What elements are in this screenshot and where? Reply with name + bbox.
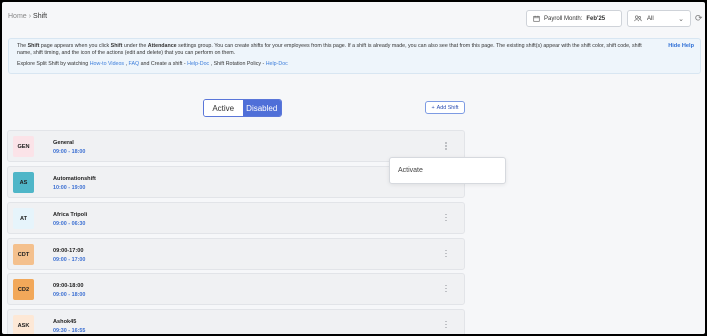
shift-time: 09:00 - 18:00 (53, 149, 86, 155)
breadcrumb-separator: › (28, 13, 32, 20)
breadcrumb-home[interactable]: Home (8, 13, 27, 20)
shift-name: 09:00-18:00 (53, 283, 84, 289)
app-frame: Home › Shift Payroll Month: Feb'25 All ⌄… (2, 2, 705, 334)
chevron-down-icon: ⌄ (678, 15, 684, 23)
shift-code-badge: CD2 (13, 279, 34, 300)
breadcrumb: Home › Shift (8, 13, 47, 20)
shift-time: 10:00 - 19:00 (53, 185, 86, 191)
shift-time: 09:00 - 06:30 (53, 221, 86, 227)
kebab-menu-icon[interactable]: · · · (444, 317, 448, 332)
shift-row: CDT 09:00-17:00 09:00 - 17:00 · · · (7, 238, 465, 270)
kebab-menu-icon[interactable]: · · · (444, 246, 448, 261)
refresh-icon[interactable]: ⟳ (695, 13, 703, 24)
shift-code-badge: AT (13, 208, 34, 229)
tab-disabled[interactable]: Disabled (242, 100, 281, 116)
shift-name: Automationshift (53, 176, 96, 182)
kebab-menu-icon[interactable]: · · · (444, 139, 448, 154)
help-description: The Shift page appears when you click Sh… (17, 43, 642, 57)
shift-code-badge: CDT (13, 244, 34, 265)
status-toggle: Active Disabled (203, 99, 282, 117)
group-select[interactable]: All ⌄ (627, 10, 691, 27)
kebab-menu-icon[interactable]: · · · (444, 281, 448, 296)
shift-name: General (53, 140, 74, 146)
add-shift-button[interactable]: + Add Shift (425, 101, 465, 114)
payroll-month-value: Feb'25 (586, 15, 606, 22)
users-icon (634, 15, 642, 22)
shift-time: 09:00 - 18:00 (53, 292, 86, 298)
create-shift-help-doc-link[interactable]: Help-Doc (187, 61, 209, 67)
add-shift-label: Add Shift (436, 104, 459, 111)
activate-menu-item[interactable]: Activate (398, 167, 423, 174)
kebab-menu-icon[interactable]: · · · (444, 210, 448, 225)
shift-code-badge: GEN (13, 136, 34, 157)
group-select-value: All (647, 15, 654, 22)
help-banner: The Shift page appears when you click Sh… (8, 38, 701, 74)
plus-icon: + (431, 104, 435, 111)
shift-row: AT Africa Tripoli 09:00 - 06:30 · · · (7, 202, 465, 234)
shift-name: Ashok45 (53, 319, 77, 325)
shift-row: CD2 09:00-18:00 09:00 - 18:00 · · · (7, 273, 465, 305)
breadcrumb-current: Shift (33, 13, 48, 20)
help-links: Explore Split Shift by watching How-to V… (17, 61, 288, 68)
shift-row: ASK Ashok45 09:30 - 16:55 · · · (7, 309, 465, 334)
shift-time: 09:00 - 17:00 (53, 257, 86, 263)
shift-name: 09:00-17:00 (53, 248, 84, 254)
rotation-policy-help-doc-link[interactable]: Help-Doc (266, 61, 288, 67)
hide-help-link[interactable]: Hide Help (668, 43, 694, 50)
payroll-month-select[interactable]: Payroll Month: Feb'25 (526, 10, 622, 27)
shift-time: 09:30 - 16:55 (53, 328, 86, 334)
calendar-icon (533, 15, 540, 22)
shift-code-badge: AS (13, 172, 34, 193)
payroll-month-label: Payroll Month: (544, 15, 583, 22)
faq-link[interactable]: FAQ (129, 61, 140, 67)
shift-name: Africa Tripoli (53, 212, 88, 218)
how-to-videos-link[interactable]: How-to Videos (90, 61, 124, 67)
row-action-popup: Activate (389, 157, 506, 184)
tab-active[interactable]: Active (204, 100, 243, 116)
shift-code-badge: ASK (13, 315, 34, 334)
